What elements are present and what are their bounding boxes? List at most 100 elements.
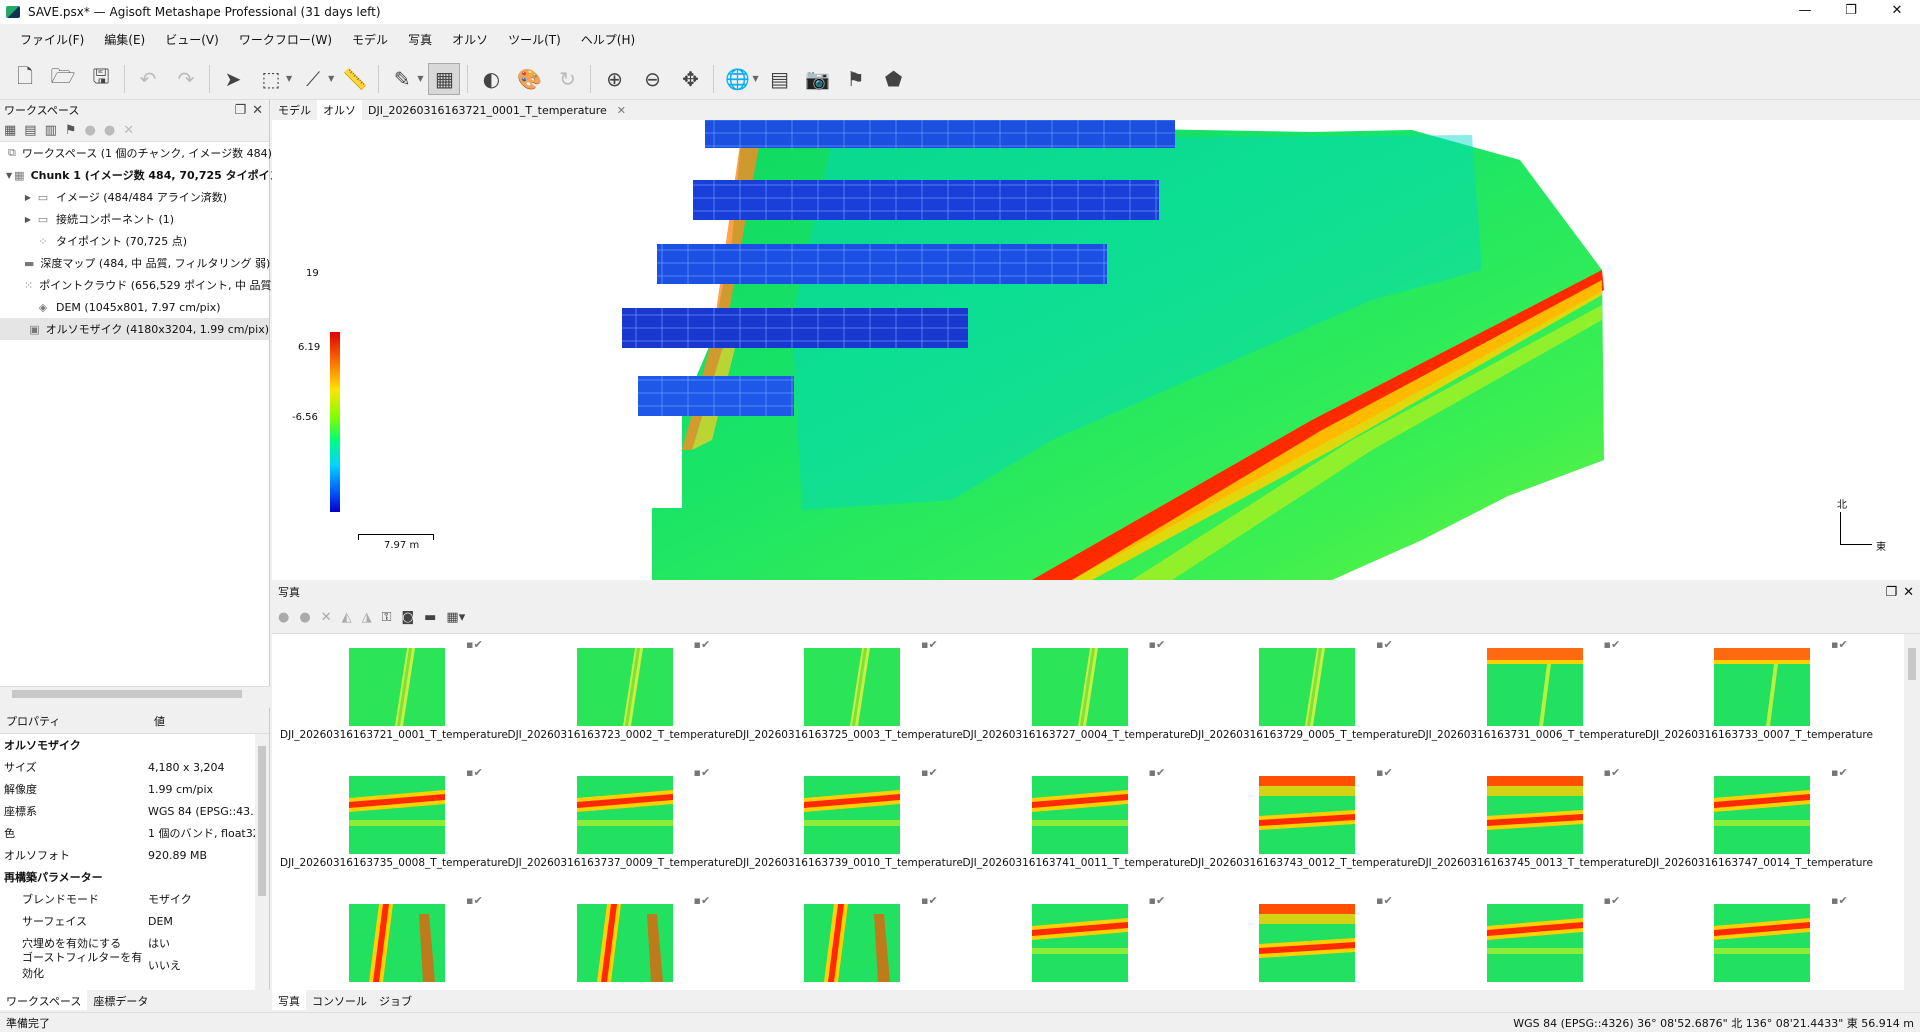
- photo-thumbnail[interactable]: ▪✔: [508, 890, 733, 990]
- shape-icon[interactable]: ⬟: [878, 63, 910, 95]
- ortho-viewport[interactable]: 19 6.19 -6.56 7.97 m 北 東: [272, 120, 1920, 580]
- property-row[interactable]: 解像度 1.99 cm/pix: [0, 778, 269, 800]
- add-folder-icon[interactable]: ▥: [45, 123, 57, 138]
- photo-thumbnail[interactable]: ▪✔ DJI_20260316163737_0009_T_temperature: [508, 762, 736, 886]
- tab-photo[interactable]: DJI_20260316163721_0001_T_temperature: [362, 102, 613, 119]
- tab-model[interactable]: モデル: [272, 100, 317, 120]
- add-marker-icon[interactable]: ⚑: [65, 123, 77, 138]
- dem-view-icon[interactable]: ▤: [764, 63, 796, 95]
- photo-thumbnail[interactable]: ▪✔ DJI_20260316163739_0010_T_temperature: [735, 762, 963, 886]
- property-row[interactable]: オルソフォト 920.89 MB: [0, 844, 269, 866]
- property-row[interactable]: 再構築パラメーター: [0, 866, 269, 888]
- property-row[interactable]: オルソモザイク: [0, 734, 269, 756]
- tab-photos[interactable]: 写真: [272, 990, 306, 1010]
- enable-icon[interactable]: ●: [85, 123, 96, 138]
- filter-icon[interactable]: ⚿: [382, 610, 392, 625]
- menu-workflow[interactable]: ワークフロー(W): [229, 31, 342, 48]
- float-panel-icon[interactable]: ❐: [234, 103, 246, 118]
- palette-icon[interactable]: 🎨: [513, 63, 545, 95]
- property-row[interactable]: 座標系 WGS 84 (EPSG::43...: [0, 800, 269, 822]
- close-panel-icon[interactable]: ✕: [252, 103, 263, 118]
- expanded-arrow-icon[interactable]: ▼: [6, 171, 12, 180]
- close-panel-icon[interactable]: ✕: [1903, 585, 1914, 600]
- menu-edit[interactable]: 編集(E): [94, 31, 155, 48]
- photo-thumbnail[interactable]: ▪✔ DJI_20260316163745_0013_T_temperature: [1418, 762, 1646, 886]
- draw-polyline-icon[interactable]: ⟋: [297, 63, 329, 95]
- photo-thumbnail[interactable]: ▪✔ DJI_20260316163721_0001_T_temperature: [280, 634, 508, 758]
- ortho-view-icon[interactable]: ▦: [428, 62, 461, 95]
- menu-ortho[interactable]: オルソ: [442, 31, 498, 48]
- ruler-icon[interactable]: 📏: [339, 63, 371, 95]
- photo-thumbnail[interactable]: ▪✔ DJI_20260316163725_0003_T_temperature: [735, 634, 963, 758]
- menu-photo[interactable]: 写真: [398, 31, 442, 48]
- float-panel-icon[interactable]: ❐: [1885, 585, 1897, 600]
- photo-thumbnail[interactable]: ▪✔: [963, 890, 1188, 990]
- tree-item[interactable]: ▶ ▭ イメージ (484/484 アライン済数): [0, 186, 269, 208]
- menu-view[interactable]: ビュー(V): [155, 31, 229, 48]
- dropdown-arrow-icon[interactable]: ▼: [286, 74, 292, 83]
- reset-filter-icon[interactable]: ▬: [424, 610, 436, 625]
- property-row[interactable]: サーフェイス DEM: [0, 910, 269, 932]
- maximize-button[interactable]: ❐: [1828, 0, 1874, 24]
- dropdown-arrow-icon[interactable]: ▼: [752, 74, 758, 83]
- property-row[interactable]: ブレンドモード モザイク: [0, 888, 269, 910]
- collapsed-arrow-icon[interactable]: ▶: [22, 193, 34, 202]
- horizontal-scrollbar[interactable]: [0, 686, 270, 700]
- new-file-icon[interactable]: 🗋: [9, 63, 41, 95]
- photo-thumbnail[interactable]: ▪✔ DJI_20260316163735_0008_T_temperature: [280, 762, 508, 886]
- remove-photo-icon[interactable]: ✕: [321, 610, 332, 625]
- tab-console[interactable]: コンソール: [306, 990, 373, 1010]
- navigation-arrow-icon[interactable]: ➤: [217, 63, 249, 95]
- disable-icon[interactable]: ●: [104, 123, 115, 138]
- photo-thumbnail[interactable]: ▪✔ DJI_20260316163727_0004_T_temperature: [963, 634, 1191, 758]
- tree-item[interactable]: ⁘ タイポイント (70,725 点): [0, 230, 269, 252]
- photo-thumbnail[interactable]: ▪✔ DJI_20260316163743_0012_T_temperature: [1190, 762, 1418, 886]
- tab-workspace[interactable]: ワークスペース: [0, 990, 88, 1010]
- photo-thumbnail[interactable]: ▪✔ DJI_20260316163733_0007_T_temperature: [1645, 634, 1873, 758]
- photo-thumbnail[interactable]: ▪✔ DJI_20260316163747_0014_T_temperature: [1645, 762, 1873, 886]
- dropdown-arrow-icon[interactable]: ▼: [328, 74, 334, 83]
- add-chunk-icon[interactable]: ▦: [4, 123, 16, 138]
- remove-icon[interactable]: ✕: [123, 123, 134, 138]
- photo-thumbnail[interactable]: ▪✔: [280, 890, 505, 990]
- enable-photo-icon[interactable]: ●: [278, 610, 289, 625]
- tab-ortho[interactable]: オルソ: [317, 100, 362, 120]
- photo-thumbnail[interactable]: ▪✔: [735, 890, 960, 990]
- view-mode-icon[interactable]: ▦▾: [446, 610, 465, 625]
- collapsed-arrow-icon[interactable]: ▶: [22, 215, 34, 224]
- property-row[interactable]: サイズ 4,180 x 3,204: [0, 756, 269, 778]
- rotate-right-icon[interactable]: ◮: [362, 610, 372, 625]
- move-icon[interactable]: ✥: [674, 63, 706, 95]
- globe-icon[interactable]: 🌐: [721, 63, 753, 95]
- open-folder-icon[interactable]: 🗁: [47, 63, 79, 95]
- rotate-left-icon[interactable]: ◭: [342, 610, 352, 625]
- close-button[interactable]: ✕: [1874, 0, 1920, 24]
- tree-item[interactable]: ▬ 深度マップ (484, 中 品質, フィルタリング 弱): [0, 252, 270, 274]
- photo-thumbnail[interactable]: ▪✔: [1418, 890, 1643, 990]
- zoom-out-icon[interactable]: ⊖: [636, 63, 668, 95]
- menu-file[interactable]: ファイル(F): [10, 31, 94, 48]
- flag-icon[interactable]: ⚑: [840, 63, 872, 95]
- seamline-icon[interactable]: ✎: [386, 63, 418, 95]
- rectangle-select-icon[interactable]: ⬚: [255, 63, 287, 95]
- photo-thumbnail[interactable]: ▪✔: [1645, 890, 1870, 990]
- menu-help[interactable]: ヘルプ(H): [571, 31, 645, 48]
- add-photos-icon[interactable]: ▤: [24, 123, 36, 138]
- minimize-button[interactable]: —: [1782, 0, 1828, 24]
- tree-item[interactable]: ▼ ▦ Chunk 1 (イメージ数 484, 70,725 タイポイント): [0, 164, 297, 186]
- tree-item[interactable]: ▣ オルソモザイク (4180x3204, 1.99 cm/pix): [0, 318, 269, 340]
- photo-thumbnail[interactable]: ▪✔ DJI_20260316163741_0011_T_temperature: [963, 762, 1191, 886]
- photo-thumbnail[interactable]: ▪✔: [1190, 890, 1415, 990]
- vertical-scrollbar[interactable]: [255, 734, 269, 991]
- menu-model[interactable]: モデル: [342, 31, 398, 48]
- dropdown-arrow-icon[interactable]: ▼: [417, 74, 423, 83]
- tree-item[interactable]: ⁙ ポイントクラウド (656,529 ポイント, 中 品質): [0, 274, 276, 296]
- tree-item[interactable]: ▶ ▭ 接続コンポーネント (1): [0, 208, 269, 230]
- reset-view-icon[interactable]: ↻: [551, 63, 583, 95]
- close-tab-icon[interactable]: ✕: [617, 104, 626, 117]
- tree-item[interactable]: ◈ DEM (1045x801, 7.97 cm/pix): [0, 296, 269, 318]
- camera-icon[interactable]: 📷: [802, 63, 834, 95]
- disable-photo-icon[interactable]: ●: [299, 610, 310, 625]
- property-row[interactable]: ゴーストフィルターを有効化 いいえ: [0, 951, 269, 980]
- mask-icon[interactable]: ◙: [402, 610, 415, 625]
